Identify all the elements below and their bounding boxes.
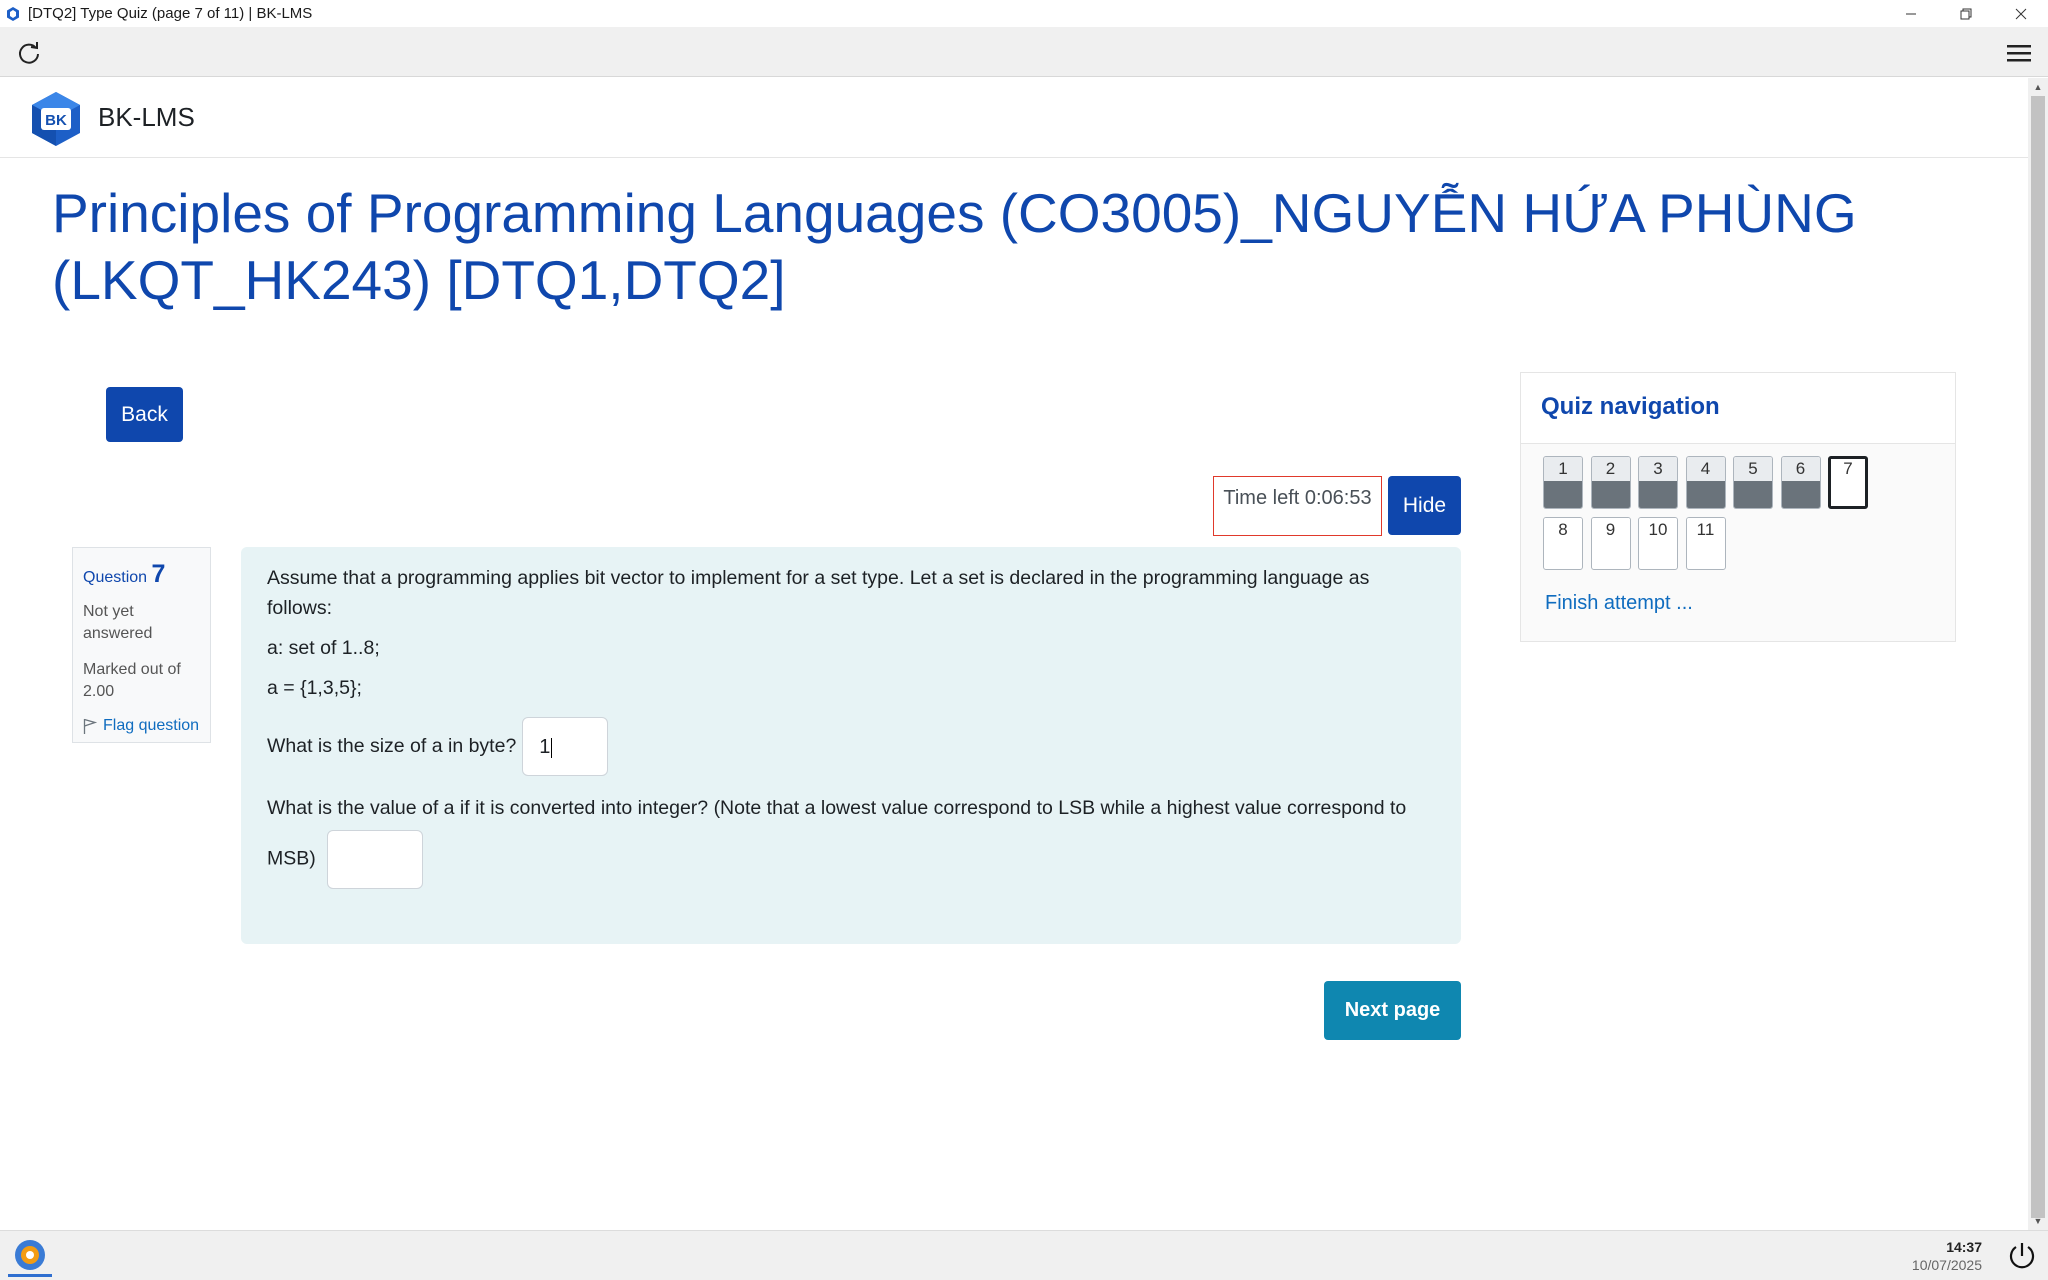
- answered-indicator: [1781, 481, 1820, 508]
- answered-indicator: [1544, 481, 1582, 508]
- answered-indicator: [1686, 481, 1725, 508]
- quiz-nav-button-label: 6: [1781, 457, 1820, 483]
- quiz-navigation-title: Quiz navigation: [1521, 373, 1955, 444]
- scroll-down-icon[interactable]: ▼: [2028, 1212, 2048, 1230]
- question-part-2: What is the value of a if it is converte…: [267, 786, 1437, 889]
- flag-question-label[interactable]: Flag question: [103, 717, 199, 735]
- question-content: Assume that a programming applies bit ve…: [241, 547, 1461, 944]
- quiz-navigation-panel: Quiz navigation 1 2 3 4 5 6 7 8 9 10 11 Finish att…: [1520, 372, 1956, 642]
- quiz-nav-button-label: 3: [1639, 457, 1677, 483]
- quiz-nav-button-label: 5: [1734, 457, 1772, 483]
- page-scrollbar[interactable]: ▲ ▼: [2028, 78, 2048, 1230]
- quiz-nav-button-label: 2: [1591, 457, 1630, 483]
- bk-logo[interactable]: BK: [28, 90, 84, 148]
- next-page-button[interactable]: Next page: [1324, 981, 1461, 1040]
- quiz-nav-button-label: 1: [1544, 457, 1582, 483]
- site-header: BK BK-LMS: [0, 78, 2028, 158]
- logo-text: BK: [45, 112, 67, 129]
- quiz-nav-button-label: 11: [1686, 518, 1725, 544]
- quiz-nav-button-9[interactable]: 9: [1590, 517, 1631, 570]
- site-name[interactable]: BK-LMS: [98, 102, 195, 133]
- app-logo-icon: [4, 5, 22, 23]
- answered-indicator: [1591, 481, 1630, 508]
- quiz-navigation-grid: 1 2 3 4 5 6 7 8 9 10 11: [1521, 444, 1941, 578]
- flag-question-link[interactable]: Flag question: [83, 717, 200, 735]
- quiz-nav-button-2[interactable]: 2: [1590, 456, 1631, 509]
- question-state: Not yet answered: [83, 603, 153, 642]
- flag-icon: [83, 718, 98, 734]
- question-assignment: a = {1,3,5};: [267, 677, 362, 699]
- restore-icon[interactable]: [1938, 0, 1993, 27]
- quiz-nav-button-label: 7: [1831, 459, 1865, 481]
- quiz-nav-button-label: 4: [1686, 457, 1725, 483]
- answer-input-1-value: 1: [539, 736, 551, 758]
- clock-date: 10/07/2025: [1911, 1257, 1982, 1273]
- quiz-nav-button-3[interactable]: 3: [1638, 456, 1678, 509]
- reload-icon[interactable]: [14, 38, 44, 68]
- question-info: Question 7 Not yet answered Marked out o…: [72, 547, 211, 743]
- quiz-nav-button-1[interactable]: 1: [1543, 456, 1583, 509]
- quiz-nav-button-10[interactable]: 10: [1638, 517, 1678, 570]
- question-number-value: 7: [151, 560, 166, 588]
- answered-indicator: [1639, 481, 1677, 508]
- browser-toolbar: [0, 27, 2048, 77]
- minimize-icon[interactable]: [1883, 0, 1938, 27]
- quiz-nav-button-8[interactable]: 8: [1543, 517, 1583, 570]
- finish-attempt-link[interactable]: Finish attempt ...: [1521, 578, 1955, 629]
- question-part-1: What is the size of a in byte? 1: [267, 717, 1435, 776]
- taskbar: 14:37 10/07/2025: [0, 1230, 2048, 1280]
- power-icon[interactable]: [2004, 1238, 2040, 1274]
- quiz-nav-button-6[interactable]: 6: [1780, 456, 1821, 509]
- question-grade: Marked out of 2.00: [83, 661, 181, 700]
- close-icon[interactable]: [1993, 0, 2048, 27]
- quiz-timer: Time left 0:06:53: [1213, 476, 1382, 536]
- text-caret: [551, 737, 553, 758]
- clock-time: 14:37: [1946, 1239, 1982, 1255]
- taskbar-clock[interactable]: 14:37 10/07/2025: [1912, 1239, 1982, 1273]
- hamburger-menu-icon[interactable]: [2004, 38, 2034, 68]
- window-title: [DTQ2] Type Quiz (page 7 of 11) | BK-LMS: [28, 5, 313, 22]
- course-title: Principles of Programming Languages (CO3…: [52, 182, 1857, 311]
- quiz-nav-button-label: 10: [1639, 518, 1677, 544]
- quiz-nav-button-7[interactable]: 7: [1828, 456, 1868, 509]
- question-declaration: a: set of 1..8;: [267, 637, 380, 659]
- answer-input-2[interactable]: [327, 830, 424, 889]
- scroll-up-icon[interactable]: ▲: [2028, 78, 2048, 96]
- quiz-nav-button-4[interactable]: 4: [1685, 456, 1726, 509]
- scroll-thumb[interactable]: [2031, 96, 2045, 1218]
- question-number: Question 7: [83, 560, 200, 589]
- answered-indicator: [1734, 481, 1772, 508]
- window-titlebar: [DTQ2] Type Quiz (page 7 of 11) | BK-LMS: [0, 0, 2048, 27]
- hide-timer-button[interactable]: Hide: [1388, 476, 1461, 535]
- question-part-1-text: What is the size of a in byte?: [267, 735, 517, 757]
- back-button[interactable]: Back: [106, 387, 183, 442]
- question-part-2-text: What is the value of a if it is converte…: [267, 797, 1407, 870]
- question-label: Question: [83, 569, 148, 586]
- quiz-nav-button-label: 9: [1591, 518, 1630, 544]
- question-intro: Assume that a programming applies bit ve…: [267, 567, 1370, 619]
- quiz-nav-button-11[interactable]: 11: [1685, 517, 1726, 570]
- start-icon[interactable]: [8, 1235, 52, 1277]
- answer-input-1[interactable]: 1: [522, 717, 609, 776]
- quiz-nav-button-label: 8: [1544, 518, 1582, 544]
- quiz-nav-button-5[interactable]: 5: [1733, 456, 1773, 509]
